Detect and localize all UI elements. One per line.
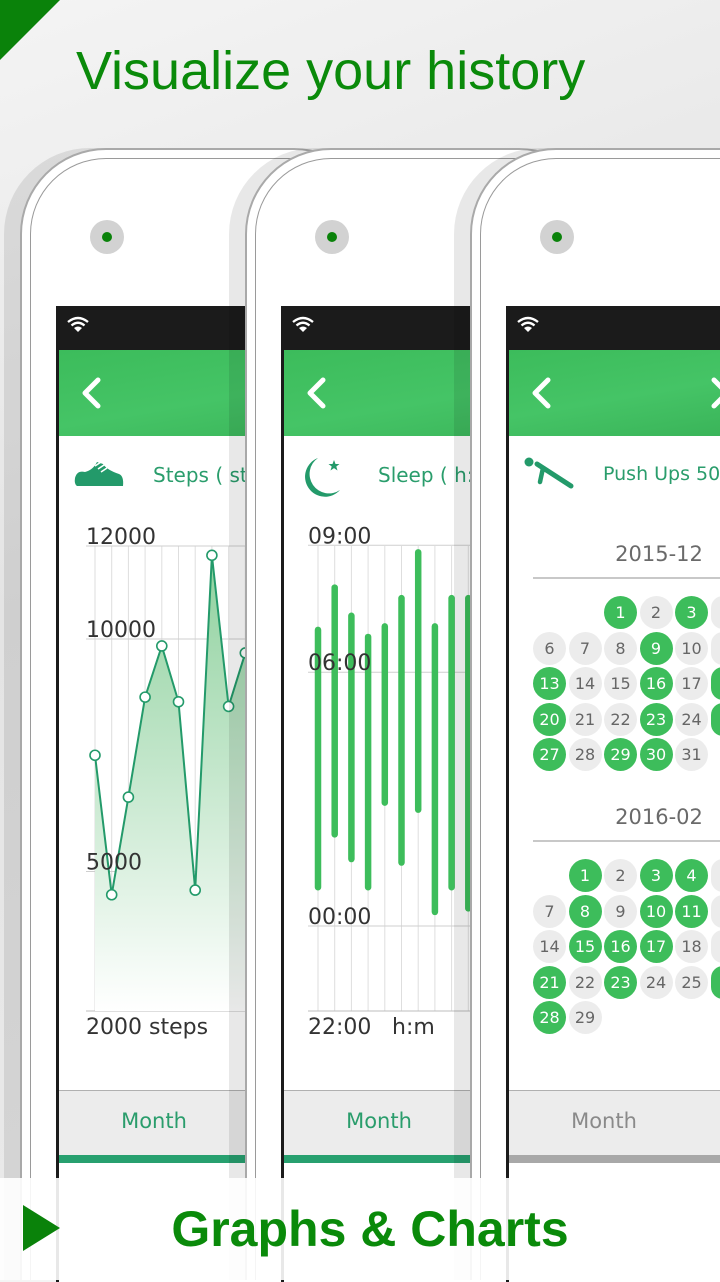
calendar-day[interactable]: 27 xyxy=(533,738,566,771)
calendar-day[interactable]: 2 xyxy=(604,859,637,892)
calendar-day[interactable]: 10 xyxy=(675,632,708,665)
calendar-day[interactable]: 29 xyxy=(569,1001,602,1034)
calendar-day[interactable]: 8 xyxy=(569,895,602,928)
banner-text: Graphs & Charts xyxy=(20,1200,720,1258)
back-icon[interactable] xyxy=(529,376,553,410)
bottom-banner: Graphs & Charts xyxy=(0,1178,720,1280)
tab-month[interactable]: Month xyxy=(509,1109,699,1133)
calendar-day[interactable] xyxy=(711,667,720,700)
y-axis-bottom-label: 2000 steps xyxy=(86,1015,208,1040)
data-point xyxy=(207,550,217,560)
calendar-day[interactable]: 31 xyxy=(675,738,708,771)
month-label: 2016-02 xyxy=(595,805,720,829)
calendar-day[interactable]: 20 xyxy=(533,703,566,736)
y-tick-label: 12000 xyxy=(86,525,156,550)
calendar-day[interactable]: 22 xyxy=(604,703,637,736)
phone-pushups: Push Ups 50 2015-12123678910131415161720… xyxy=(470,148,720,1280)
screen: Push Ups 50 2015-12123678910131415161720… xyxy=(506,306,720,1282)
push-up-icon xyxy=(523,456,575,492)
data-point xyxy=(174,697,184,707)
forward-icon[interactable] xyxy=(709,376,720,410)
calendar-day[interactable]: 4 xyxy=(675,859,708,892)
y-tick-label: 09:00 xyxy=(308,524,371,549)
y-tick-label: 00:00 xyxy=(308,905,371,930)
calendar-day[interactable]: 11 xyxy=(675,895,708,928)
calendar-day[interactable]: 24 xyxy=(640,966,673,999)
tab-month[interactable]: Month xyxy=(284,1109,474,1133)
month-label: 2015-12 xyxy=(595,542,720,566)
calendar-day[interactable]: 7 xyxy=(569,632,602,665)
calendar-day[interactable]: 3 xyxy=(675,596,708,629)
calendar-day[interactable]: 18 xyxy=(675,930,708,963)
x-axis-label: h:m xyxy=(392,1015,435,1040)
tab-indicator xyxy=(509,1155,720,1163)
tab-month[interactable]: Month xyxy=(59,1109,249,1133)
chart-title: Push Ups 50 xyxy=(603,463,720,485)
y-tick-label: 10000 xyxy=(86,618,156,643)
headline: Visualize your history xyxy=(76,40,585,102)
calendar-day[interactable] xyxy=(711,596,720,629)
data-point xyxy=(224,701,234,711)
data-point xyxy=(107,890,117,900)
calendar-day[interactable]: 1 xyxy=(569,859,602,892)
calendar-day[interactable]: 17 xyxy=(640,930,673,963)
month-divider xyxy=(533,840,720,842)
y-axis-bottom-label: 22:00 xyxy=(308,1015,371,1040)
calendar-day[interactable]: 10 xyxy=(640,895,673,928)
calendar-day[interactable]: 25 xyxy=(675,966,708,999)
calendar-day[interactable]: 21 xyxy=(569,703,602,736)
corner-decoration xyxy=(0,0,60,60)
calendar-day[interactable]: 1 xyxy=(604,596,637,629)
calendar-day[interactable] xyxy=(711,966,720,999)
data-point xyxy=(140,692,150,702)
calendar-day[interactable]: 16 xyxy=(604,930,637,963)
data-point xyxy=(157,641,167,651)
app-bar xyxy=(509,350,720,436)
calendar-day[interactable]: 2 xyxy=(640,596,673,629)
calendar-day[interactable]: 14 xyxy=(569,667,602,700)
calendar-day[interactable]: 23 xyxy=(604,966,637,999)
calendar-day[interactable] xyxy=(711,859,720,892)
calendar-day[interactable]: 22 xyxy=(569,966,602,999)
calendar-day[interactable]: 15 xyxy=(604,667,637,700)
status-bar xyxy=(509,306,720,350)
calendar-day[interactable] xyxy=(711,703,720,736)
calendar-day[interactable]: 8 xyxy=(604,632,637,665)
calendar-day[interactable]: 14 xyxy=(533,930,566,963)
calendar-day[interactable]: 30 xyxy=(640,738,673,771)
calendar-day[interactable]: 28 xyxy=(533,1001,566,1034)
calendar-day[interactable]: 15 xyxy=(569,930,602,963)
data-point xyxy=(123,792,133,802)
tab-bar: Month xyxy=(509,1090,720,1155)
chart-title-row: Push Ups 50 xyxy=(509,451,720,501)
calendar-day[interactable]: 17 xyxy=(675,667,708,700)
month-divider xyxy=(533,577,720,579)
calendar-day[interactable]: 23 xyxy=(640,703,673,736)
calendar-day[interactable]: 21 xyxy=(533,966,566,999)
wifi-icon xyxy=(517,316,539,334)
calendar-day[interactable]: 24 xyxy=(675,703,708,736)
calendar-day[interactable]: 9 xyxy=(640,632,673,665)
data-point xyxy=(90,750,100,760)
calendar-day[interactable] xyxy=(711,895,720,928)
calendar-day[interactable]: 16 xyxy=(640,667,673,700)
calendar-day[interactable] xyxy=(711,632,720,665)
y-tick-label: 5000 xyxy=(86,851,142,876)
calendar-day[interactable]: 13 xyxy=(533,667,566,700)
calendar-day[interactable]: 29 xyxy=(604,738,637,771)
camera-icon xyxy=(90,220,124,254)
data-point xyxy=(190,885,200,895)
calendar-day[interactable]: 28 xyxy=(569,738,602,771)
calendar-day[interactable]: 6 xyxy=(533,632,566,665)
calendar-day[interactable]: 9 xyxy=(604,895,637,928)
calendar-day[interactable] xyxy=(711,930,720,963)
camera-icon xyxy=(540,220,574,254)
calendar-day[interactable]: 7 xyxy=(533,895,566,928)
calendar-day[interactable]: 3 xyxy=(640,859,673,892)
camera-icon xyxy=(315,220,349,254)
y-tick-label: 06:00 xyxy=(308,651,371,676)
